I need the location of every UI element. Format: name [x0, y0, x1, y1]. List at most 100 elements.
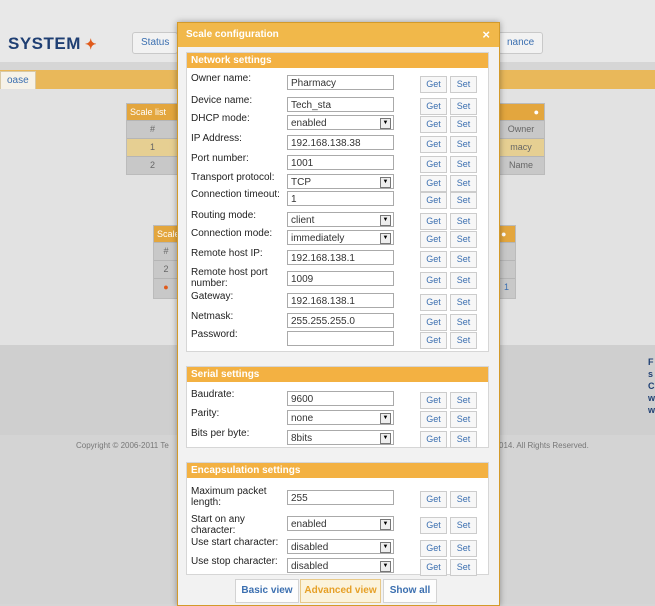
set-button[interactable]: Set: [450, 540, 477, 557]
table-row[interactable]: 1: [127, 138, 178, 156]
get-button[interactable]: Get: [420, 491, 447, 508]
field-select[interactable]: none ▼: [287, 410, 394, 425]
field-label: Routing mode:: [191, 210, 257, 221]
tab-status[interactable]: Status: [132, 32, 179, 54]
set-button[interactable]: Set: [450, 116, 477, 133]
field-select[interactable]: disabled ▼: [287, 539, 394, 554]
set-button[interactable]: Set: [450, 192, 477, 209]
table-row[interactable]: 2: [127, 156, 178, 174]
set-button[interactable]: Set: [450, 411, 477, 428]
set-button[interactable]: Set: [450, 392, 477, 409]
set-button[interactable]: Set: [450, 332, 477, 349]
field-input[interactable]: 192.168.138.38: [287, 135, 394, 150]
get-button[interactable]: Get: [420, 156, 447, 173]
set-button[interactable]: Set: [450, 431, 477, 448]
get-button[interactable]: Get: [420, 392, 447, 409]
field-input[interactable]: 255: [287, 490, 394, 505]
set-button[interactable]: Set: [450, 251, 477, 268]
advanced-view-button[interactable]: Advanced view: [300, 579, 381, 603]
field-input[interactable]: 1: [287, 191, 394, 206]
chevron-down-icon[interactable]: ▼: [380, 215, 391, 226]
table-row[interactable]: macy: [498, 138, 544, 156]
field-label: Password:: [191, 329, 238, 340]
field-label: Connection timeout:: [191, 189, 280, 200]
field-select[interactable]: enabled ▼: [287, 516, 394, 531]
get-button[interactable]: Get: [420, 294, 447, 311]
get-button[interactable]: Get: [420, 76, 447, 93]
set-button[interactable]: Set: [450, 314, 477, 331]
field-value: enabled: [291, 519, 327, 530]
get-button[interactable]: Get: [420, 411, 447, 428]
field-input[interactable]: 255.255.255.0: [287, 313, 394, 328]
field-select[interactable]: 8bits ▼: [287, 430, 394, 445]
basic-view-button[interactable]: Basic view: [235, 579, 299, 603]
get-button[interactable]: Get: [420, 175, 447, 192]
get-button[interactable]: Get: [420, 272, 447, 289]
chevron-down-icon[interactable]: ▼: [380, 433, 391, 444]
field-label: Bits per byte:: [191, 428, 250, 439]
chevron-down-icon[interactable]: ▼: [380, 519, 391, 530]
get-button[interactable]: Get: [420, 517, 447, 534]
chevron-down-icon[interactable]: ▼: [380, 542, 391, 553]
chevron-down-icon[interactable]: ▼: [380, 118, 391, 129]
set-button[interactable]: Set: [450, 517, 477, 534]
field-value: disabled: [291, 561, 329, 572]
set-button[interactable]: Set: [450, 231, 477, 248]
field-input[interactable]: 1009: [287, 271, 394, 286]
owner-table: ● Owner macy Name: [497, 103, 545, 175]
field-input[interactable]: 1001: [287, 155, 394, 170]
field-label: Connection mode:: [191, 228, 273, 239]
field-input[interactable]: Pharmacy: [287, 75, 394, 90]
field-select[interactable]: TCP ▼: [287, 174, 394, 189]
field-value: Pharmacy: [291, 78, 337, 89]
get-button[interactable]: Get: [420, 314, 447, 331]
set-button[interactable]: Set: [450, 272, 477, 289]
field-value: client: [291, 215, 315, 226]
get-button[interactable]: Get: [420, 98, 447, 115]
get-button[interactable]: Get: [420, 431, 447, 448]
chevron-down-icon[interactable]: ▼: [380, 413, 391, 424]
field-value: 255: [291, 493, 308, 504]
field-value: 192.168.138.38: [291, 138, 361, 149]
field-input[interactable]: 192.168.138.1: [287, 250, 394, 265]
chevron-down-icon[interactable]: ▼: [380, 177, 391, 188]
field-input[interactable]: Tech_sta: [287, 97, 394, 112]
close-icon[interactable]: ×: [482, 23, 490, 47]
get-button[interactable]: Get: [420, 251, 447, 268]
get-button[interactable]: Get: [420, 231, 447, 248]
field-select[interactable]: client ▼: [287, 212, 394, 227]
set-button[interactable]: Set: [450, 294, 477, 311]
set-button[interactable]: Set: [450, 175, 477, 192]
get-button[interactable]: Get: [420, 213, 447, 230]
set-button[interactable]: Set: [450, 213, 477, 230]
get-button[interactable]: Get: [420, 116, 447, 133]
owner-table-header: ●: [498, 104, 544, 120]
get-button[interactable]: Get: [420, 559, 447, 576]
set-button[interactable]: Set: [450, 98, 477, 115]
table-row[interactable]: Name: [498, 156, 544, 174]
get-button[interactable]: Get: [420, 540, 447, 557]
field-input[interactable]: [287, 331, 394, 346]
chevron-down-icon[interactable]: ▼: [380, 233, 391, 244]
set-button[interactable]: Set: [450, 156, 477, 173]
get-button[interactable]: Get: [420, 332, 447, 349]
field-input[interactable]: 192.168.138.1: [287, 293, 394, 308]
field-label: DHCP mode:: [191, 113, 250, 124]
field-label: Baudrate:: [191, 389, 235, 400]
field-select[interactable]: immediately ▼: [287, 230, 394, 245]
nav-tab-database[interactable]: oase: [0, 71, 36, 90]
field-input[interactable]: 9600: [287, 391, 394, 406]
get-button[interactable]: Get: [420, 136, 447, 153]
set-button[interactable]: Set: [450, 559, 477, 576]
field-label: Netmask:: [191, 311, 234, 322]
chevron-down-icon[interactable]: ▼: [380, 561, 391, 572]
set-button[interactable]: Set: [450, 136, 477, 153]
tab-maintenance[interactable]: nance: [498, 32, 544, 54]
show-all-button[interactable]: Show all: [383, 579, 437, 603]
set-button[interactable]: Set: [450, 76, 477, 93]
set-button[interactable]: Set: [450, 491, 477, 508]
field-select[interactable]: disabled ▼: [287, 558, 394, 573]
get-button[interactable]: Get: [420, 192, 447, 209]
field-value: Tech_sta: [291, 100, 332, 111]
field-select[interactable]: enabled ▼: [287, 115, 394, 130]
